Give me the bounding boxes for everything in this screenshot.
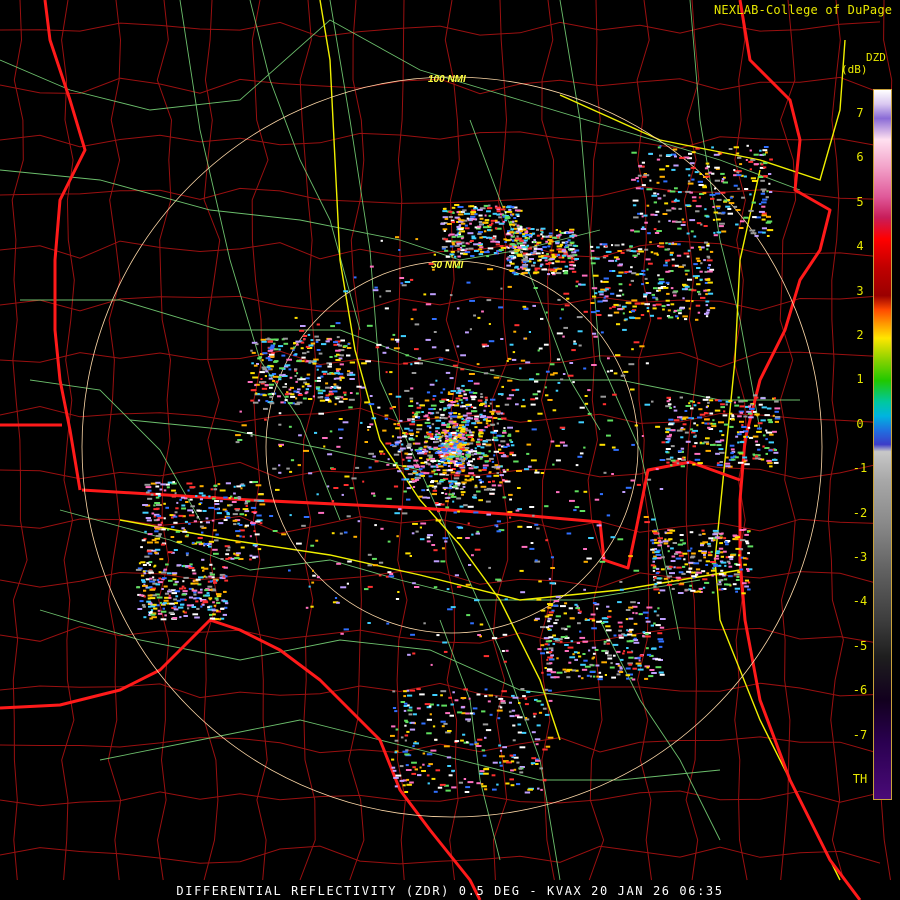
legend-label: 1	[856, 372, 864, 387]
legend-label: -5	[852, 638, 868, 653]
range-ring-label-50: 50 NMI	[431, 260, 463, 271]
legend-labels: 7 6 5 4 3 2 1 0 -1 -2 -3 -4 -5 -6 -7 TH	[850, 89, 870, 800]
legend-label: 2	[856, 328, 864, 342]
color-legend-bar	[873, 89, 892, 800]
legend-label: TH	[852, 772, 868, 786]
legend-unit: (dB)	[841, 63, 868, 76]
legend-header: DZD (dB)	[841, 52, 886, 76]
legend-label: -2	[852, 505, 868, 520]
legend-label: -6	[852, 683, 868, 698]
radar-map: 50 NMI 100 NMI	[0, 0, 900, 900]
legend-label: -1	[852, 461, 868, 476]
legend-label: -3	[852, 550, 868, 564]
legend-label: 5	[856, 194, 864, 209]
product-footer: DIFFERENTIAL REFLECTIVITY (ZDR) 0.5 DEG …	[176, 884, 724, 898]
legend-label: 3	[856, 283, 864, 298]
range-ring-label-100: 100 NMI	[428, 74, 466, 85]
small-chart-icon: ↗	[892, 3, 900, 17]
legend-label: -7	[852, 727, 868, 742]
legend-label: -4	[852, 594, 868, 609]
legend-label: 4	[856, 239, 864, 254]
legend-label: 0	[856, 416, 864, 431]
legend-label: 6	[856, 150, 864, 165]
legend-label: 7	[856, 106, 864, 120]
credit-text: NEXLAB-College of DuPage ↗	[714, 3, 900, 17]
